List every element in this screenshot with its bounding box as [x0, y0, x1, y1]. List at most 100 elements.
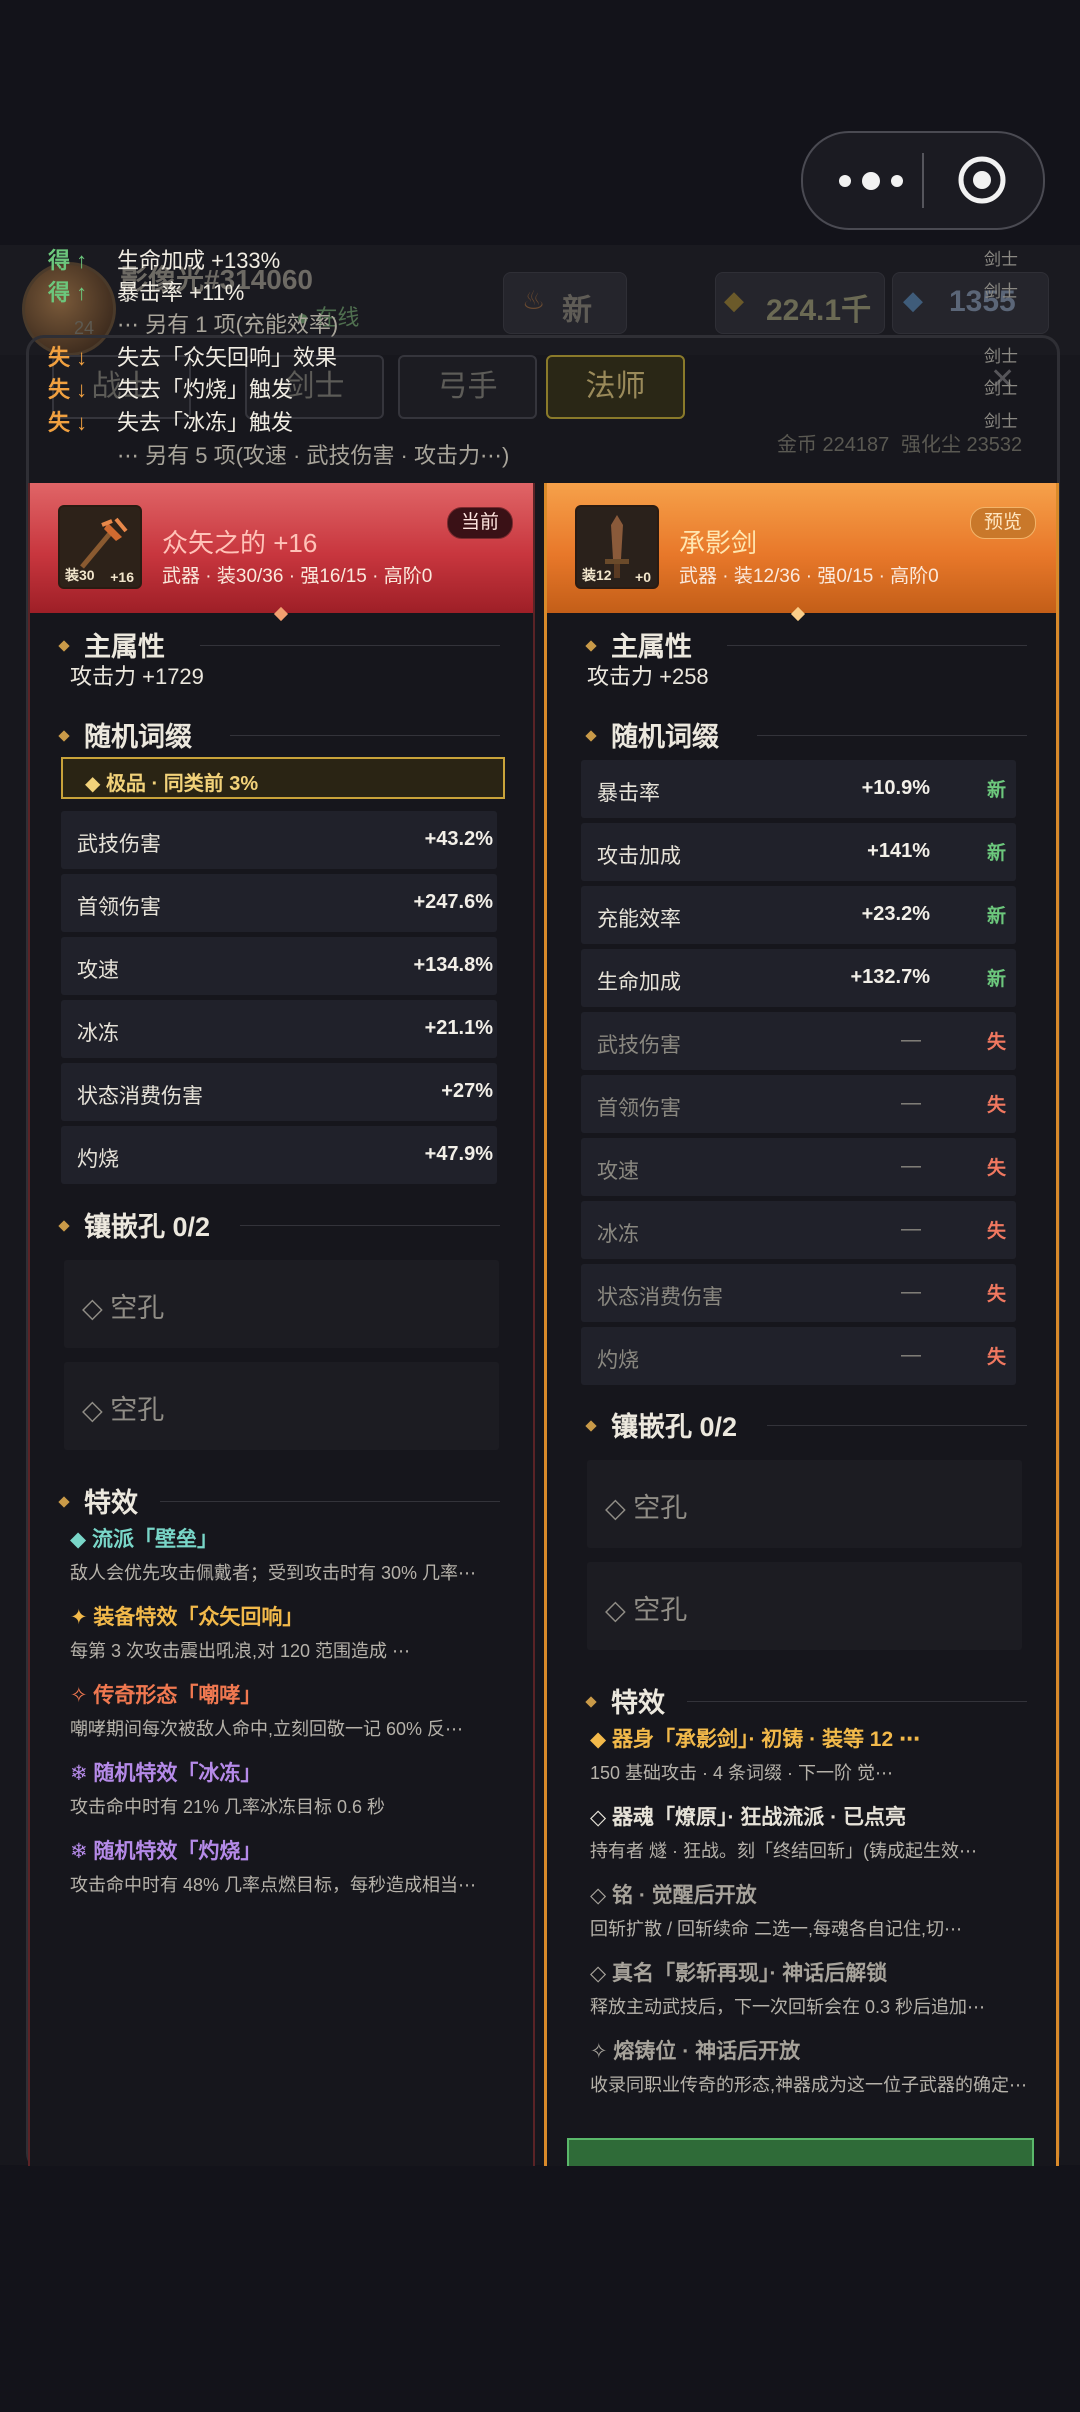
- affix-name: 灼烧: [77, 1148, 119, 1171]
- affix-value: +43.2%: [424, 828, 493, 850]
- item-subtitle: 武器 · 装30/36 · 强16/15 · 高阶0: [162, 566, 433, 587]
- divider: [767, 1425, 1027, 1426]
- current-badge: 当前: [446, 507, 513, 539]
- log-tag: 失 ↓: [48, 377, 88, 402]
- affix-value: —: [901, 1281, 921, 1303]
- divider: [200, 645, 500, 646]
- log-row: 失 ↓ 失去「冰冻」触发 剑士: [0, 405, 1080, 437]
- log-row: 得 ↑ 生命加成 +133% 剑士: [0, 243, 1080, 275]
- effect-title: ◆ 流派「壁垒」: [70, 1528, 218, 1551]
- equip-button[interactable]: [567, 2138, 1034, 2166]
- affix-value: +10.9%: [861, 777, 930, 799]
- log-text: 失去「众矢回响」效果: [117, 345, 338, 370]
- socket-slot[interactable]: ◇ 空孔: [64, 1362, 499, 1450]
- item-level: 装30: [65, 567, 95, 583]
- log-row: 失 ↓ 失去「灼烧」触发 剑士: [0, 372, 1080, 404]
- log-row: ⋯ 另有 5 项(攻速 · 武技伤害 · 攻击力⋯): [0, 438, 1080, 470]
- header-diamond: [273, 606, 289, 622]
- log-class: 剑士: [984, 282, 1018, 301]
- more-icon[interactable]: [833, 163, 909, 199]
- affix-value: —: [901, 1029, 921, 1051]
- affix-value: +27%: [441, 1080, 493, 1102]
- item-enhance: +16: [110, 569, 134, 585]
- affix-name: 状态消费伤害: [597, 1286, 723, 1309]
- affix-tag: 失: [986, 1095, 1006, 1116]
- preview-badge: 预览: [969, 507, 1036, 539]
- log-text: ⋯ 另有 1 项(充能效率): [117, 312, 339, 337]
- effect-desc: 攻击命中时有 48% 几率点燃目标，每秒造成相当⋯: [70, 1875, 477, 1895]
- affix-tag: 新: [986, 843, 1006, 864]
- effect-desc: 攻击命中时有 21% 几率冰冻目标 0.6 秒: [70, 1797, 386, 1817]
- item-enhance: +0: [635, 569, 651, 585]
- affix-value: +134.8%: [413, 954, 493, 976]
- affix-tag: 新: [986, 969, 1006, 990]
- affix-tag: 新: [986, 906, 1006, 927]
- rarity-banner: ◆ 极品 · 同类前 3%: [61, 757, 505, 799]
- socket-slot[interactable]: ◇ 空孔: [64, 1260, 499, 1348]
- affix-value: —: [901, 1155, 921, 1177]
- main-attr-value: 攻击力 +258: [587, 664, 709, 689]
- affix-row: 武技伤害 +43.2%: [61, 811, 497, 869]
- effects-title: 特效: [585, 1681, 665, 1720]
- affix-name: 暴击率: [597, 782, 660, 805]
- affix-name: 首领伤害: [597, 1097, 681, 1120]
- divider: [240, 1225, 500, 1226]
- effect-title: ◇ 真名「影斩再现」· 神话后解锁: [590, 1962, 888, 1985]
- affix-row: 灼烧 — 失: [581, 1327, 1016, 1385]
- affix-tag: 新: [986, 780, 1006, 801]
- main-attr-value: 攻击力 +1729: [70, 664, 204, 689]
- log-class: 剑士: [984, 412, 1018, 431]
- current-item-header: 装30 +16 众矢之的 +16 武器 · 装30/36 · 强16/15 · …: [30, 483, 533, 622]
- effect-title: ◇ 器魂「燎原」· 狂战流派 · 已点亮: [590, 1806, 906, 1829]
- socket-title: 镶嵌孔 0/2: [585, 1405, 737, 1444]
- item-icon-preview: 装12 +0: [575, 505, 659, 589]
- affix-row: 冰冻 — 失: [581, 1201, 1016, 1259]
- affix-tag: 失: [986, 1158, 1006, 1179]
- log-tag: 失 ↓: [48, 410, 88, 435]
- affix-value: —: [901, 1092, 921, 1114]
- random-affix-title: 随机词缀: [58, 715, 192, 754]
- effect-desc: 收录同职业传奇的形态,神器成为这一位子武器的确定⋯: [590, 2075, 1027, 2095]
- socket-title: 镶嵌孔 0/2: [58, 1205, 210, 1244]
- log-text: 失去「灼烧」触发: [117, 377, 294, 402]
- affix-value: +47.9%: [424, 1143, 493, 1165]
- affix-name: 攻速: [597, 1160, 639, 1183]
- log-class: 剑士: [984, 347, 1018, 366]
- affix-row: 灼烧 +47.9%: [61, 1126, 497, 1184]
- affix-name: 武技伤害: [597, 1034, 681, 1057]
- effect-desc: 敌人会优先攻击佩戴者；受到攻击时有 30% 几率⋯: [70, 1563, 477, 1583]
- affix-tag: 失: [986, 1347, 1006, 1368]
- affix-row: 状态消费伤害 — 失: [581, 1264, 1016, 1322]
- affix-name: 充能效率: [597, 908, 681, 931]
- effect-desc: 嘲哮期间每次被敌人命中,立刻回敬一记 60% 反⋯: [70, 1719, 464, 1739]
- log-tag: 得 ↑: [48, 248, 88, 273]
- log-row: ⋯ 另有 1 项(充能效率): [0, 307, 1080, 339]
- effect-desc: 释放主动武技后，下一次回斩会在 0.3 秒后追加⋯: [590, 1997, 986, 2017]
- affix-row: 暴击率 +10.9% 新: [581, 760, 1016, 818]
- affix-value: —: [901, 1218, 921, 1240]
- socket-slot[interactable]: ◇ 空孔: [587, 1562, 1022, 1650]
- affix-row: 首领伤害 +247.6%: [61, 874, 497, 932]
- affix-row: 冰冻 +21.1%: [61, 1000, 497, 1058]
- random-affix-title: 随机词缀: [585, 715, 719, 754]
- log-tag: 失 ↓: [48, 345, 88, 370]
- current-item-panel: 装30 +16 众矢之的 +16 武器 · 装30/36 · 强16/15 · …: [28, 483, 535, 2166]
- log-row: 得 ↑ 暴击率 +11% 剑士: [0, 275, 1080, 307]
- affix-row: 充能效率 +23.2% 新: [581, 886, 1016, 944]
- socket-slot[interactable]: ◇ 空孔: [587, 1460, 1022, 1548]
- log-row: 失 ↓ 失去「众矢回响」效果 剑士: [0, 340, 1080, 372]
- effect-desc: 回斩扩散 / 回斩续命 二选一,每魂各自记住,切⋯: [590, 1919, 963, 1939]
- affix-name: 状态消费伤害: [77, 1085, 203, 1108]
- effect-title: ✦ 装备特效「众矢回响」: [70, 1606, 304, 1629]
- effect-desc: 每第 3 次攻击震出吼浪,对 120 范围造成 ⋯: [70, 1641, 411, 1661]
- affix-name: 灼烧: [597, 1349, 639, 1372]
- close-mini-program-icon[interactable]: [957, 155, 1007, 205]
- effect-desc: 持有者 燧 · 狂战。刻「终结回斩」(铸成起生效⋯: [590, 1841, 977, 1861]
- affix-tag: 失: [986, 1221, 1006, 1242]
- affix-value: +247.6%: [413, 891, 493, 913]
- affix-row: 首领伤害 — 失: [581, 1075, 1016, 1133]
- affix-name: 武技伤害: [77, 833, 161, 856]
- effect-title: ❄ 随机特效「灼烧」: [70, 1840, 262, 1863]
- item-name: 众矢之的 +16: [162, 528, 318, 558]
- preview-item-header: 装12 +0 承影剑 武器 · 装12/36 · 强0/15 · 高阶0 预览: [547, 483, 1056, 622]
